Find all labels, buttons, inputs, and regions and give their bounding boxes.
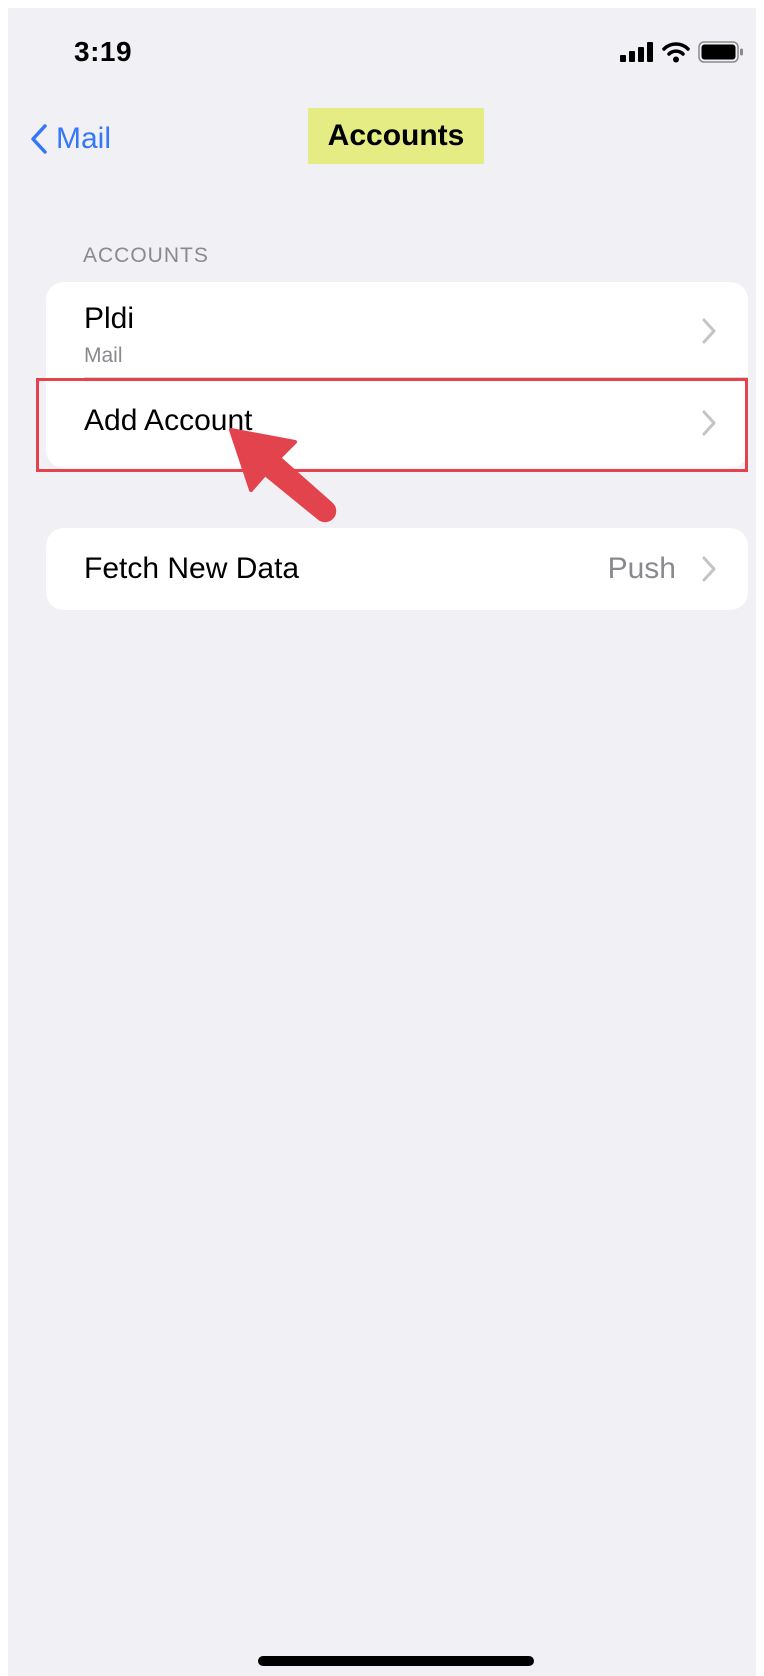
- back-button[interactable]: Mail: [30, 122, 111, 156]
- fetch-settings-group: Fetch New Data Push: [46, 528, 748, 610]
- add-account-row[interactable]: Add Account: [46, 378, 748, 468]
- account-name: Pldi: [84, 302, 135, 335]
- status-icons: [620, 40, 744, 64]
- battery-icon: [698, 41, 743, 63]
- chevron-right-icon: [702, 318, 716, 344]
- fetch-new-data-row[interactable]: Fetch New Data Push: [46, 528, 748, 610]
- wifi-icon: [662, 42, 690, 63]
- chevron-left-icon: [31, 124, 47, 154]
- account-type: Mail: [84, 344, 123, 367]
- page-title: Accounts: [327, 119, 465, 152]
- accounts-list: Pldi Mail Add Account: [46, 282, 748, 468]
- chevron-right-icon: [702, 556, 716, 582]
- page-title-highlight: Accounts: [308, 108, 484, 164]
- account-row-pldi[interactable]: Pldi Mail: [46, 282, 748, 378]
- fetch-new-data-value: Push: [607, 552, 676, 585]
- chevron-right-icon: [702, 410, 716, 436]
- home-indicator[interactable]: [258, 1656, 534, 1666]
- accounts-section-header: ACCOUNTS: [83, 244, 209, 267]
- add-account-label: Add Account: [84, 404, 253, 437]
- back-button-label: Mail: [56, 122, 112, 155]
- fetch-new-data-label: Fetch New Data: [84, 552, 300, 585]
- status-time: 3:19: [74, 36, 133, 67]
- accounts-screen: 3:19 Mail Accounts ACCOUNTS Pldi Mail Ad…: [8, 8, 756, 1676]
- cellular-signal-icon: [620, 42, 653, 62]
